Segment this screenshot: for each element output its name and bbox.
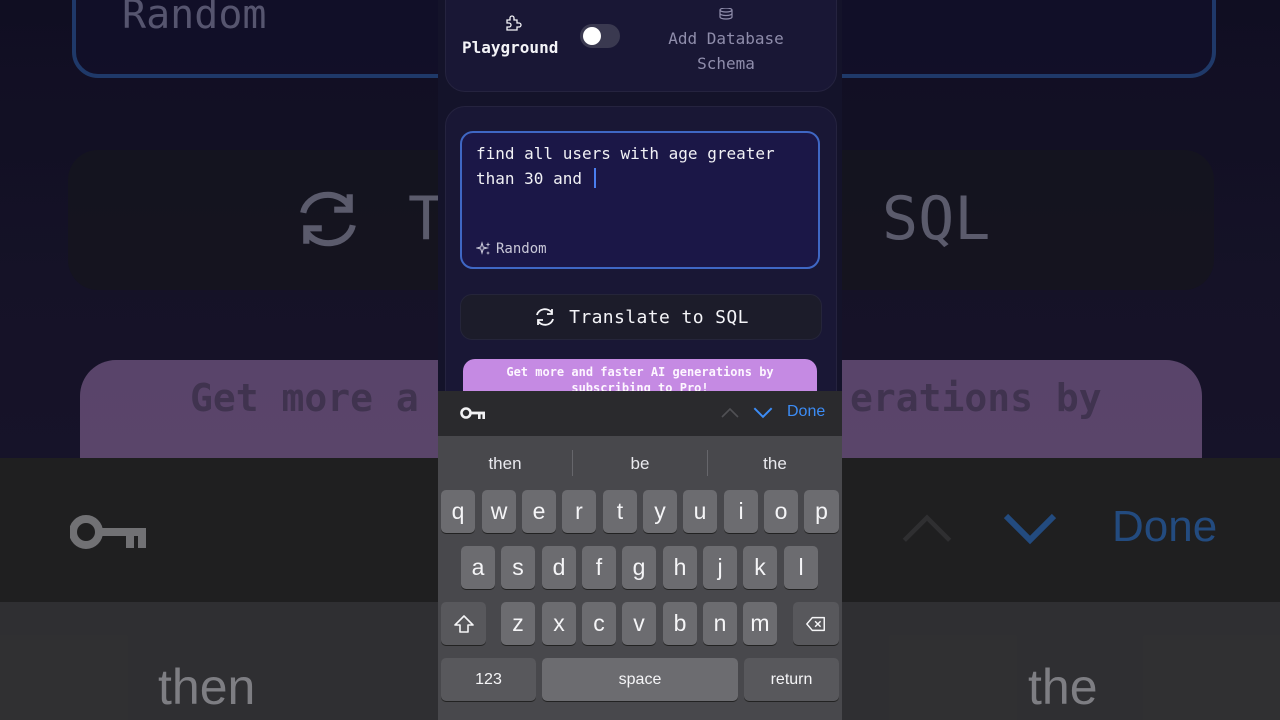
query-text: find all users with age greater than 30 … <box>476 144 775 188</box>
chevron-up-icon[interactable] <box>720 407 740 419</box>
key-z[interactable]: z <box>501 602 535 645</box>
key-h[interactable]: h <box>663 546 697 589</box>
key-b[interactable]: b <box>663 602 697 645</box>
key-x[interactable]: x <box>542 602 576 645</box>
done-button[interactable]: Done <box>787 403 825 421</box>
return-key[interactable]: return <box>744 658 839 701</box>
key-p[interactable]: p <box>804 490 839 533</box>
translate-label: Translate to SQL <box>569 306 749 328</box>
translate-to-sql-button[interactable]: Translate to SQL <box>460 294 822 340</box>
database-icon <box>719 8 733 20</box>
key-y[interactable]: y <box>643 490 677 533</box>
key-n[interactable]: n <box>703 602 737 645</box>
key-g[interactable]: g <box>622 546 656 589</box>
keyboard: then be the q w e r t y u i o p a s d f … <box>438 436 842 720</box>
key-q[interactable]: q <box>441 490 475 533</box>
key-u[interactable]: u <box>683 490 717 533</box>
shift-key[interactable] <box>441 602 486 645</box>
key-o[interactable]: o <box>764 490 798 533</box>
puzzle-icon <box>506 15 522 31</box>
toggle-knob <box>583 27 601 45</box>
add-database-schema-button[interactable]: Add Database Schema <box>650 26 802 76</box>
suggestion-item[interactable]: the <box>708 454 842 474</box>
key-s[interactable]: s <box>501 546 535 589</box>
key-k[interactable]: k <box>743 546 777 589</box>
key-w[interactable]: w <box>482 490 516 533</box>
key-d[interactable]: d <box>542 546 576 589</box>
key-a[interactable]: a <box>461 546 495 589</box>
sync-icon <box>536 308 554 326</box>
key-l[interactable]: l <box>784 546 818 589</box>
key-e[interactable]: e <box>522 490 556 533</box>
phone-screen: Playground Add Database Schema find all … <box>438 0 842 720</box>
chevron-down-icon[interactable] <box>752 406 774 419</box>
suggestion-bar: then be the <box>438 436 842 490</box>
key-m[interactable]: m <box>743 602 777 645</box>
key-j[interactable]: j <box>703 546 737 589</box>
query-input[interactable]: find all users with age greater than 30 … <box>460 131 820 269</box>
keyboard-toolbar: Done <box>438 391 842 436</box>
space-key[interactable]: space <box>542 658 738 701</box>
sparkles-icon <box>476 241 491 255</box>
key-i[interactable]: i <box>724 490 758 533</box>
key-c[interactable]: c <box>582 602 616 645</box>
random-label: Random <box>496 241 547 257</box>
add-schema-line2: Schema <box>697 54 755 73</box>
key-f[interactable]: f <box>582 546 616 589</box>
text-caret <box>593 168 596 188</box>
shift-icon <box>453 614 474 633</box>
playground-label: Playground <box>462 38 559 57</box>
playground-toggle[interactable] <box>580 24 620 48</box>
random-button[interactable]: Random <box>476 241 547 257</box>
key-r[interactable]: r <box>562 490 596 533</box>
numbers-key[interactable]: 123 <box>441 658 536 701</box>
backspace-key[interactable] <box>793 602 839 645</box>
backspace-icon <box>806 616 825 631</box>
key-t[interactable]: t <box>603 490 637 533</box>
suggestion-item[interactable]: then <box>438 454 572 474</box>
add-schema-line1: Add Database <box>668 29 784 48</box>
key-v[interactable]: v <box>622 602 656 645</box>
suggestion-item[interactable]: be <box>573 454 707 474</box>
key-icon[interactable] <box>460 405 486 421</box>
